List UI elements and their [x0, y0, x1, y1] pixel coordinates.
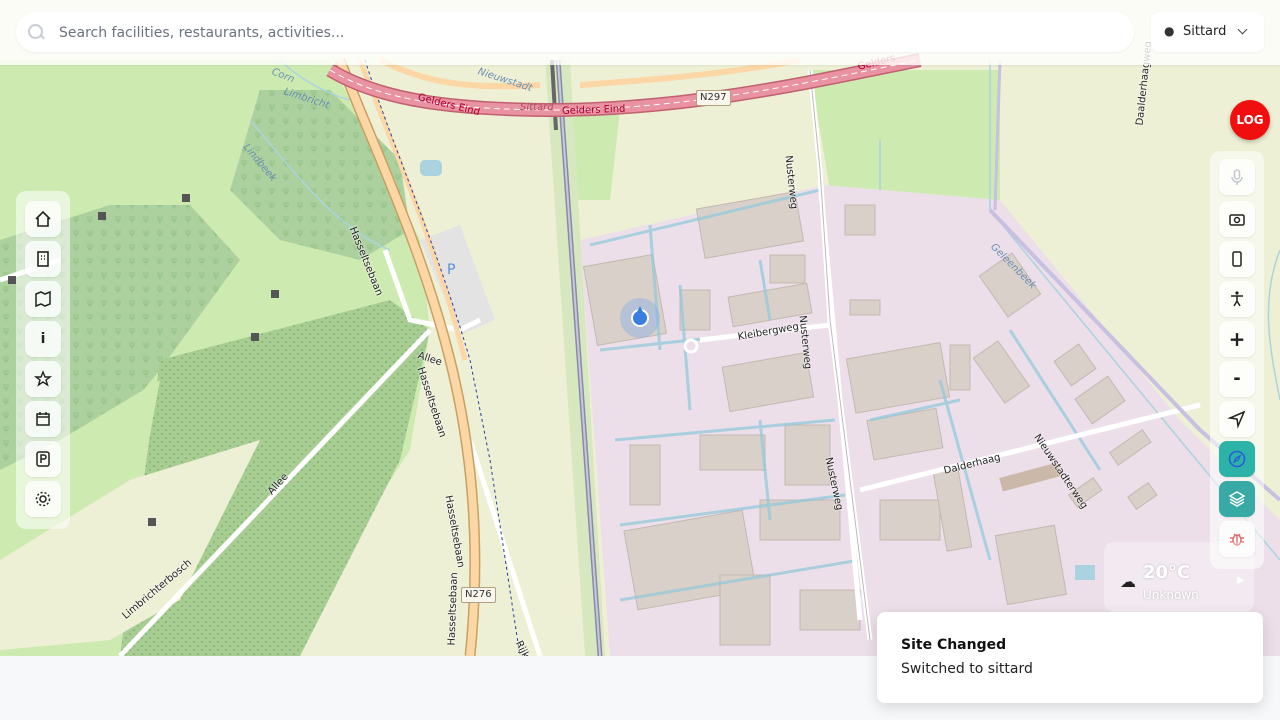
calendar-icon [36, 412, 50, 426]
right-toolbar: + - [1210, 151, 1264, 569]
toast-notification: Site Changed Switched to sittard [877, 612, 1263, 703]
building-button[interactable] [25, 241, 61, 277]
chevron-down-icon [1237, 24, 1248, 35]
site-selector-value: Sittard [1183, 24, 1227, 39]
cloud-icon: ☁ [1120, 572, 1136, 591]
accessibility-button[interactable] [1219, 281, 1255, 317]
map-icon [35, 290, 51, 308]
compass-button[interactable] [1219, 441, 1255, 477]
map-pin-icon: ● [1164, 24, 1175, 38]
map-canvas[interactable]: ψ [0, 0, 1280, 656]
parking-button[interactable] [25, 441, 61, 477]
navigate-icon [1227, 410, 1246, 429]
layers-icon [1228, 491, 1246, 507]
phone-icon [1232, 251, 1242, 267]
weather-temperature: 20°C [1143, 562, 1191, 583]
star-icon [33, 370, 53, 387]
route-shield-n276: N276 [461, 587, 496, 603]
toast-title: Site Changed [901, 637, 1007, 653]
left-toolbar: i [16, 191, 70, 529]
map-button[interactable] [25, 281, 61, 317]
home-icon [35, 210, 51, 227]
microphone-icon [1231, 169, 1243, 185]
parking-symbol: P [447, 262, 456, 278]
route-shield-n297: N297 [696, 90, 731, 106]
settings-button[interactable] [25, 481, 61, 517]
layers-button[interactable] [1219, 481, 1255, 517]
navigate-button[interactable] [1219, 401, 1255, 437]
weather-condition: Unknown [1143, 588, 1199, 602]
chevron-right-icon: ▶ [1237, 575, 1245, 586]
weather-widget[interactable]: ☁ 20°C Unknown ▶ [1104, 542, 1254, 612]
search-icon [28, 24, 43, 39]
home-button[interactable] [25, 201, 61, 237]
site-selector[interactable]: ● Sittard [1151, 12, 1264, 52]
map-label-gelders-eind: Gelders Eind [561, 103, 626, 117]
toast-message: Switched to sittard [901, 661, 1033, 677]
zoom-in-button[interactable]: + [1219, 321, 1255, 357]
accessibility-icon [1231, 291, 1243, 307]
log-button[interactable]: LOG [1230, 100, 1270, 140]
voice-search-button[interactable] [1219, 159, 1255, 195]
top-bar: ● Sittard [0, 0, 1280, 65]
compass-icon [1228, 450, 1246, 468]
search-input[interactable] [57, 12, 1121, 54]
info-button[interactable]: i [25, 321, 61, 357]
phone-button[interactable] [1219, 241, 1255, 277]
favorites-button[interactable] [25, 361, 61, 397]
calendar-button[interactable] [25, 401, 61, 437]
camera-icon [1229, 214, 1245, 226]
parking-icon [36, 451, 50, 467]
map-tiles: ψ [0, 0, 1280, 656]
zoom-out-button[interactable]: - [1219, 361, 1255, 397]
map-label-sittard: Sittard [520, 102, 554, 113]
settings-icon [35, 491, 51, 507]
camera-button[interactable] [1219, 201, 1255, 237]
search-bar[interactable] [16, 12, 1134, 54]
building-icon [37, 251, 49, 267]
